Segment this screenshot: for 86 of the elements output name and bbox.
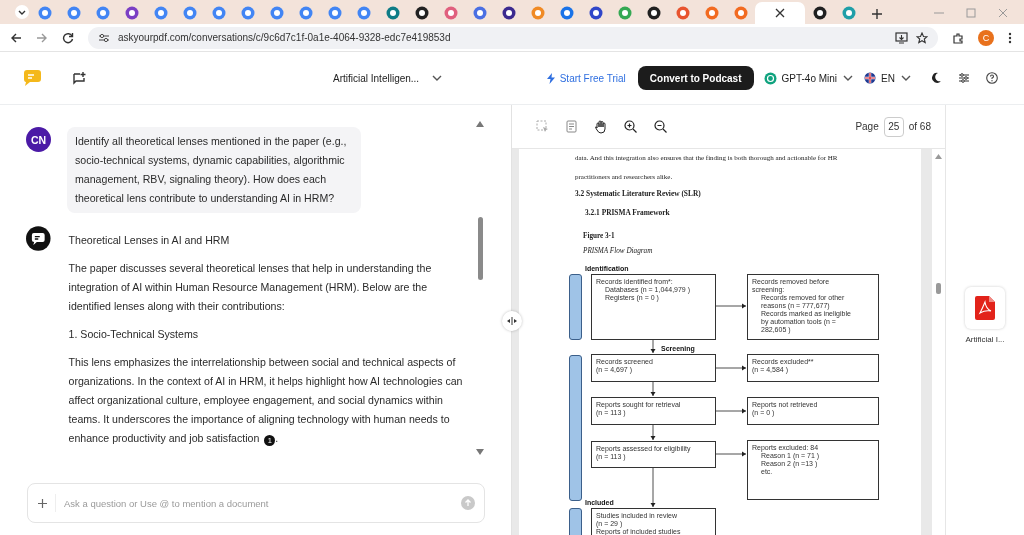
favicon-icon bbox=[472, 6, 487, 20]
question-input[interactable]: Ask a question or Use @ to mention a document bbox=[27, 483, 485, 523]
model-logo-icon bbox=[763, 71, 777, 85]
tab-search-icon[interactable] bbox=[14, 4, 30, 20]
favicon-icon bbox=[211, 6, 226, 20]
plus-icon[interactable] bbox=[38, 498, 47, 508]
model-selector[interactable]: GPT-4o Mini bbox=[763, 71, 855, 85]
favicon-icon bbox=[385, 6, 400, 20]
file-name: Artificial I... bbox=[965, 335, 1005, 344]
flag-icon bbox=[864, 72, 877, 84]
zoom-in-icon[interactable] bbox=[624, 120, 637, 133]
scroll-down-icon[interactable] bbox=[476, 449, 484, 455]
favicon-icon bbox=[530, 6, 545, 20]
favicon-icon bbox=[812, 6, 827, 20]
assistant-avatar-icon bbox=[26, 226, 51, 251]
address-bar[interactable]: askyourpdf.com/conversations/c/9c6d7c1f-0a1e-4064-9328-edc7e419853d bbox=[88, 26, 938, 49]
scrollbar-thumb[interactable] bbox=[477, 217, 483, 280]
favicon-icon bbox=[153, 6, 168, 20]
back-icon[interactable] bbox=[10, 31, 22, 44]
extensions-icon[interactable] bbox=[952, 31, 964, 44]
document-icon[interactable] bbox=[566, 120, 577, 133]
scroll-up-icon[interactable] bbox=[476, 121, 484, 127]
favicon-icon bbox=[559, 6, 574, 20]
flow-arrow bbox=[715, 451, 747, 457]
user-avatar: CN bbox=[26, 127, 51, 152]
favicon-icon bbox=[588, 6, 603, 20]
favicon-icon bbox=[841, 6, 856, 20]
site-settings-icon[interactable] bbox=[98, 31, 110, 44]
dark-mode-icon[interactable] bbox=[930, 72, 942, 84]
favicon-icon bbox=[298, 6, 313, 20]
page-label: Page bbox=[855, 121, 879, 132]
answer-heading: 1. Socio-Technical Systems bbox=[68, 327, 200, 343]
flow-arrow bbox=[715, 303, 747, 309]
stage-bar bbox=[569, 274, 582, 340]
page-count: of 68 bbox=[908, 121, 931, 132]
settings-sliders-icon[interactable] bbox=[958, 72, 970, 84]
start-free-trial-link[interactable]: Start Free Trial bbox=[546, 72, 626, 84]
new-tab-icon[interactable] bbox=[871, 8, 883, 20]
favicon-icon bbox=[704, 6, 719, 20]
page-number-field[interactable]: 25 bbox=[883, 116, 904, 137]
favicon-icon bbox=[501, 6, 516, 20]
flow-arrow bbox=[715, 408, 747, 414]
favicon-icon bbox=[327, 6, 342, 20]
favicon-icon bbox=[124, 6, 139, 20]
favicon-icon bbox=[733, 6, 748, 20]
forward-icon[interactable] bbox=[36, 31, 48, 44]
flow-arrow bbox=[650, 467, 656, 508]
help-icon[interactable] bbox=[986, 72, 998, 84]
resize-icon bbox=[507, 317, 517, 325]
favicon-icon bbox=[182, 6, 197, 20]
convert-to-podcast-button[interactable]: Convert to Podcast bbox=[637, 66, 754, 90]
new-chat-icon[interactable] bbox=[72, 71, 86, 85]
user-message: Identify all theoretical lenses mentioned in the paper (e.g., socio-technical systems, dynamic capabilities, algorithmic management, RBV, signaling theory). How does each theoretical lens contribute to understanding AI in HRM? bbox=[67, 127, 361, 213]
close-icon[interactable] bbox=[775, 8, 785, 18]
zoom-out-icon[interactable] bbox=[654, 120, 667, 133]
favicon-icon bbox=[356, 6, 371, 20]
flow-arrow bbox=[650, 339, 656, 354]
scrollbar-thumb[interactable] bbox=[936, 283, 941, 294]
scroll-up-icon[interactable] bbox=[935, 154, 942, 159]
favicon-icon bbox=[646, 6, 661, 20]
flow-arrow bbox=[650, 381, 656, 397]
answer-heading: Theoretical Lenses in AI and HRM bbox=[68, 233, 231, 248]
favicon-icon bbox=[617, 6, 632, 20]
favicon-icon bbox=[240, 6, 255, 20]
favicon-icon bbox=[414, 6, 429, 20]
flow-arrow bbox=[715, 365, 747, 371]
pdf-file-button[interactable] bbox=[965, 287, 1005, 329]
favicon-icon bbox=[95, 6, 110, 20]
answer-paragraph: The paper discusses several theoretical lenses that help in understanding the integration of AI within Human Resource Management (HRM). Below are the identified lenses along with their contributions: bbox=[68, 261, 433, 314]
favicon-icon bbox=[269, 6, 284, 20]
star-icon[interactable] bbox=[916, 31, 928, 44]
hand-tool-icon[interactable] bbox=[594, 119, 607, 134]
lightning-icon bbox=[546, 72, 555, 84]
favicon-icon bbox=[675, 6, 690, 20]
document-selector[interactable]: Artificial Intelligen... bbox=[333, 72, 444, 84]
url-text: askyourpdf.com/conversations/c/9c6d7c1f-0a1e-4064-9328-edc7e419853d bbox=[118, 32, 452, 43]
flow-arrow bbox=[650, 424, 656, 441]
favicon-icon bbox=[37, 6, 52, 20]
question-field[interactable]: Ask a question or Use @ to mention a document bbox=[55, 494, 453, 512]
install-icon[interactable] bbox=[895, 31, 908, 44]
favicon-icon bbox=[66, 6, 81, 20]
pdf-file-icon bbox=[975, 296, 995, 320]
more-menu-icon[interactable] bbox=[1008, 31, 1012, 44]
favicon-icon bbox=[443, 6, 458, 20]
language-selector[interactable]: EN bbox=[864, 72, 912, 84]
reload-icon[interactable] bbox=[62, 31, 74, 44]
